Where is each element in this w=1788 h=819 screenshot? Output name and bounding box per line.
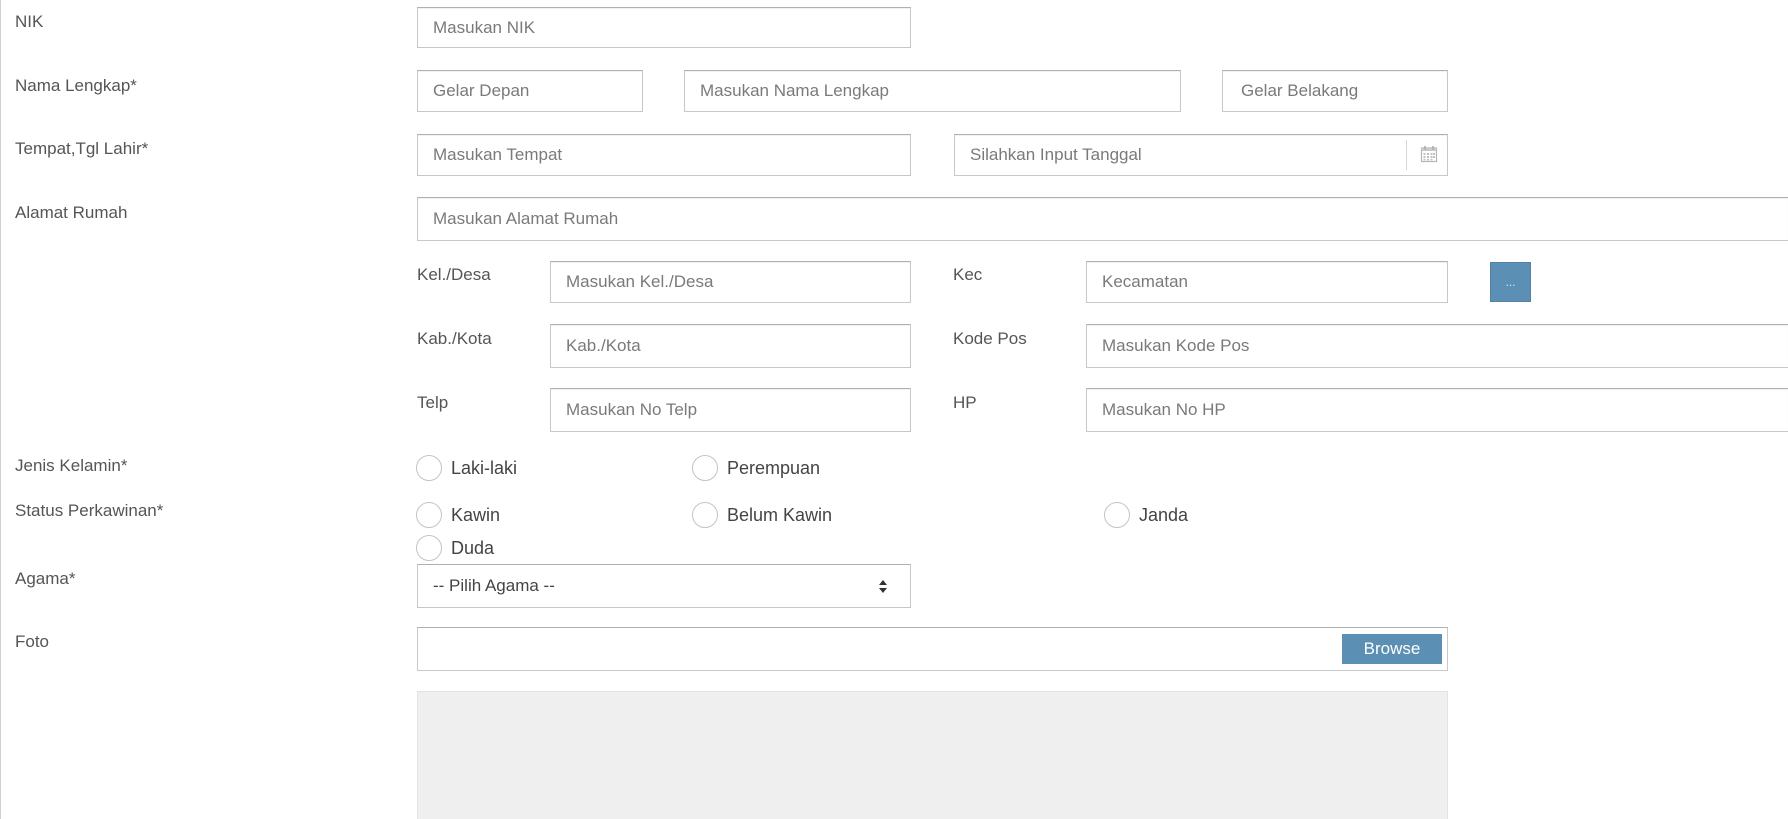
agama-select[interactable]: -- Pilih Agama -- [417, 564, 911, 608]
label-kab-kota: Kab./Kota [417, 329, 492, 348]
label-tempat-tgl-lahir: Tempat,Tgl Lahir* [15, 139, 149, 158]
agama-selected-value: -- Pilih Agama -- [433, 576, 555, 595]
radio-circle[interactable] [416, 455, 442, 481]
kecamatan-lookup-button[interactable]: ... [1490, 262, 1531, 302]
left-border [0, 0, 1, 819]
radio-label: Laki-laki [451, 457, 518, 478]
radio-duda[interactable]: Duda [416, 535, 494, 561]
label-alamat-rumah: Alamat Rumah [15, 203, 128, 222]
radio-label: Perempuan [727, 457, 821, 478]
alamat-rumah-input[interactable] [417, 197, 1788, 241]
label-hp: HP [953, 393, 977, 412]
kel-desa-input[interactable] [550, 261, 911, 303]
radio-circle[interactable] [416, 502, 442, 528]
radio-janda[interactable]: Janda [1104, 502, 1188, 528]
radio-label: Janda [1139, 504, 1189, 525]
kab-kota-input[interactable] [550, 324, 911, 368]
browse-button[interactable]: Browse [1342, 634, 1442, 664]
chevron-up-down-icon [878, 575, 888, 597]
radio-label: Duda [451, 537, 495, 558]
label-kec: Kec [953, 265, 983, 284]
radio-circle[interactable] [416, 535, 442, 561]
label-foto: Foto [15, 632, 50, 651]
foto-preview-area [417, 691, 1448, 819]
label-telp: Telp [417, 393, 449, 412]
radio-circle[interactable] [692, 455, 718, 481]
radio-laki-laki[interactable]: Laki-laki [416, 455, 517, 481]
kode-pos-input[interactable] [1086, 324, 1788, 368]
nik-input[interactable] [417, 7, 911, 48]
radio-label: Kawin [451, 504, 501, 525]
radio-kawin[interactable]: Kawin [416, 502, 500, 528]
tempat-lahir-input[interactable] [417, 134, 911, 176]
calendar-icon[interactable] [1420, 145, 1438, 163]
radio-label: Belum Kawin [727, 504, 833, 525]
radio-circle[interactable] [692, 502, 718, 528]
label-nik: NIK [15, 12, 44, 31]
biodata-form: NIK Nama Lengkap* Tempat,Tgl Lahir* Alam… [0, 0, 1788, 819]
nama-lengkap-input[interactable] [684, 70, 1181, 112]
foto-file-input[interactable] [417, 627, 1448, 671]
label-status-perkawinan: Status Perkawinan* [15, 501, 164, 520]
hp-input[interactable] [1086, 388, 1788, 432]
gelar-belakang-input[interactable] [1222, 70, 1448, 112]
label-kel-desa: Kel./Desa [417, 265, 491, 284]
kecamatan-input[interactable] [1086, 261, 1448, 303]
radio-circle[interactable] [1104, 502, 1130, 528]
telp-input[interactable] [550, 388, 911, 432]
label-agama: Agama* [15, 569, 76, 588]
calendar-separator [1406, 140, 1407, 170]
radio-belum-kawin[interactable]: Belum Kawin [692, 502, 832, 528]
label-jenis-kelamin: Jenis Kelamin* [15, 456, 128, 475]
radio-perempuan[interactable]: Perempuan [692, 455, 820, 481]
label-kode-pos: Kode Pos [953, 329, 1027, 348]
tanggal-lahir-input[interactable] [954, 134, 1448, 176]
gelar-depan-input[interactable] [417, 70, 643, 112]
label-nama-lengkap: Nama Lengkap* [15, 76, 137, 95]
